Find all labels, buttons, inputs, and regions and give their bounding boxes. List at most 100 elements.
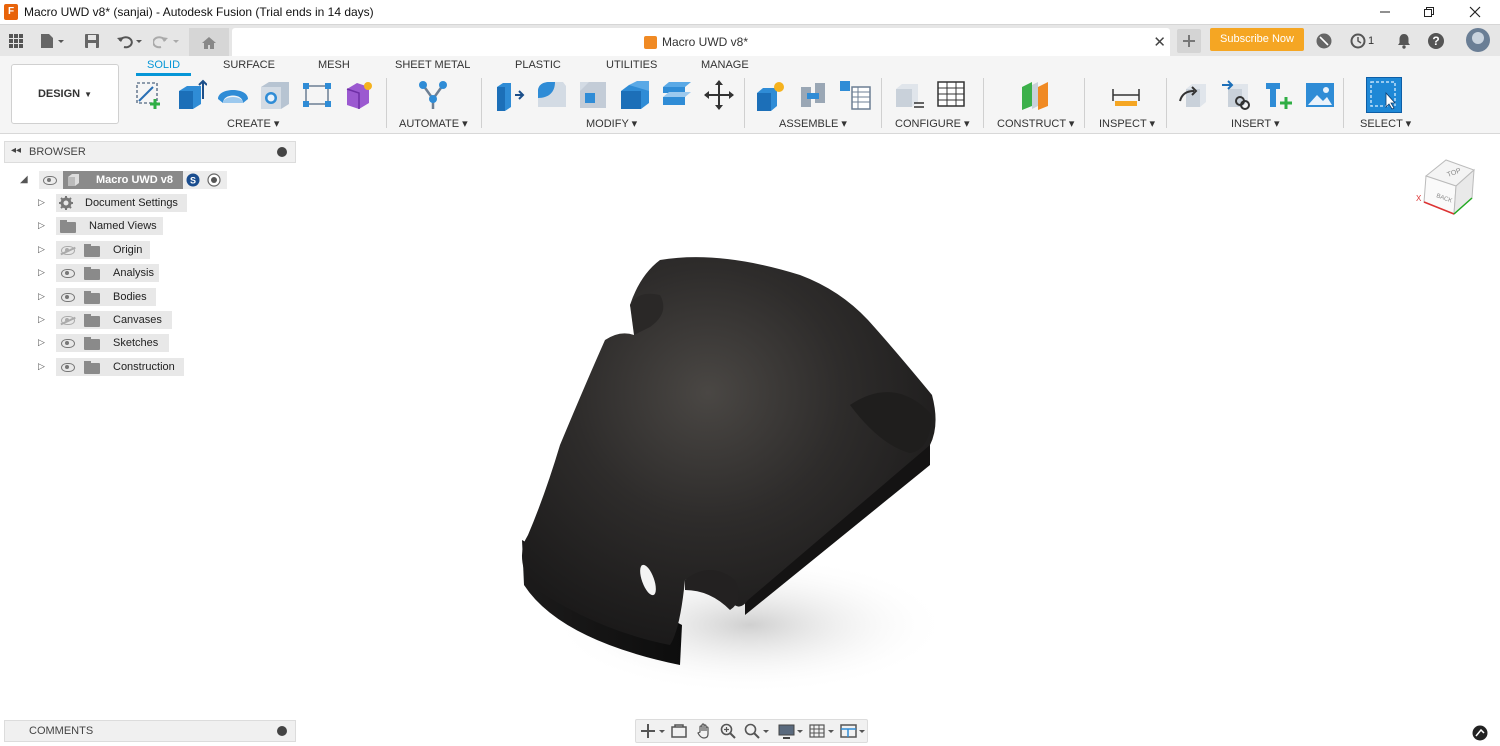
job-status-button[interactable]: 1 (1348, 31, 1376, 51)
pan-button[interactable] (696, 723, 712, 739)
data-panel-button[interactable] (7, 31, 25, 51)
visibility-eye-icon[interactable] (61, 363, 75, 372)
tab-utilities[interactable]: UTILITIES (606, 59, 657, 71)
fusion-assistant-icon[interactable] (1472, 725, 1488, 741)
help-button[interactable]: ? (1427, 31, 1445, 51)
subscribe-now-button[interactable]: Subscribe Now (1210, 28, 1304, 51)
tree-item-sketches[interactable]: ▷ Sketches (0, 333, 300, 353)
select-button[interactable] (1366, 77, 1402, 113)
close-window-button[interactable] (1452, 0, 1498, 24)
insert-group-label[interactable]: INSERT ▾ (1231, 117, 1280, 130)
shared-status-icon[interactable]: S (186, 173, 200, 187)
extrude-button[interactable] (174, 78, 208, 112)
select-group-label[interactable]: SELECT ▾ (1360, 117, 1411, 130)
tab-surface[interactable]: SURFACE (223, 59, 275, 71)
pattern-button[interactable] (300, 78, 334, 112)
press-pull-button[interactable] (492, 78, 526, 112)
collapsed-arrow-icon[interactable]: ▷ (38, 337, 45, 348)
fillet-button[interactable] (534, 78, 568, 112)
user-avatar[interactable] (1466, 28, 1490, 52)
display-settings-button[interactable] (778, 723, 806, 739)
tree-root[interactable]: ◢ Macro UWD v8 S (0, 170, 300, 190)
visibility-hidden-eye-icon[interactable] (61, 246, 75, 255)
bill-of-materials-button[interactable] (838, 78, 872, 112)
tree-item-bodies[interactable]: ▷ Bodies (0, 287, 300, 307)
modify-group-label[interactable]: MODIFY ▾ (586, 117, 637, 130)
save-button[interactable] (83, 31, 101, 51)
new-tab-button[interactable] (1177, 29, 1201, 53)
view-cube[interactable]: TOP BACK X (1412, 152, 1484, 222)
tab-mesh[interactable]: MESH (318, 59, 350, 71)
automate-group-label[interactable]: AUTOMATE ▾ (399, 117, 468, 130)
undo-button[interactable] (115, 31, 145, 51)
configure-group-label[interactable]: CONFIGURE ▾ (895, 117, 970, 130)
visibility-eye-icon[interactable] (61, 293, 75, 302)
zoom-button[interactable] (720, 723, 736, 739)
inspect-group-label[interactable]: INSPECT ▾ (1099, 117, 1155, 130)
tab-plastic[interactable]: PLASTIC (515, 59, 561, 71)
tab-solid[interactable]: SOLID (147, 59, 180, 71)
visibility-eye-icon[interactable] (43, 176, 57, 185)
orbit-button[interactable] (641, 723, 665, 739)
fit-button[interactable] (744, 723, 772, 739)
expanded-arrow-icon[interactable]: ◢ (20, 174, 28, 185)
file-menu-button[interactable] (38, 31, 68, 51)
notifications-button[interactable] (1395, 31, 1413, 51)
redo-button[interactable] (152, 31, 182, 51)
tab-manage[interactable]: MANAGE (701, 59, 749, 71)
collapsed-arrow-icon[interactable]: ▷ (38, 361, 45, 372)
hole-button[interactable] (258, 78, 292, 112)
look-at-button[interactable] (671, 723, 687, 739)
configure-button[interactable] (893, 78, 927, 112)
tree-item-named-views[interactable]: ▷ Named Views (0, 216, 300, 236)
create-group-label[interactable]: CREATE ▾ (227, 117, 279, 130)
viewports-button[interactable] (840, 723, 868, 739)
shell-button[interactable] (618, 78, 652, 112)
visibility-hidden-eye-icon[interactable] (61, 316, 75, 325)
tree-item-origin[interactable]: ▷ Origin (0, 240, 300, 260)
collapse-panel-icon[interactable]: ◂◂ (11, 145, 21, 156)
insert-derive-button[interactable] (1177, 78, 1211, 112)
new-component-button[interactable] (754, 78, 788, 112)
move-copy-button[interactable] (702, 78, 736, 112)
tree-item-construction[interactable]: ▷ Construction (0, 357, 300, 377)
browser-panel-header[interactable]: ◂◂ BROWSER (4, 141, 296, 163)
restore-button[interactable] (1406, 0, 1452, 24)
configuration-table-button[interactable] (935, 78, 969, 112)
tab-sheet-metal[interactable]: SHEET METAL (395, 59, 470, 71)
chamfer-button[interactable] (576, 78, 610, 112)
construct-group-label[interactable]: CONSTRUCT ▾ (997, 117, 1074, 130)
visibility-eye-icon[interactable] (61, 269, 75, 278)
assemble-group-label[interactable]: ASSEMBLE ▾ (779, 117, 847, 130)
add-comment-icon[interactable] (277, 726, 287, 736)
panel-options-icon[interactable] (277, 147, 287, 157)
collapsed-arrow-icon[interactable]: ▷ (38, 267, 45, 278)
model-viewport-body[interactable] (500, 245, 960, 700)
close-tab-icon[interactable]: ✕ (1153, 33, 1166, 51)
offline-status-button[interactable] (1314, 31, 1334, 51)
split-body-button[interactable] (660, 78, 694, 112)
grid-settings-button[interactable] (809, 723, 837, 739)
collapsed-arrow-icon[interactable]: ▷ (38, 197, 45, 208)
home-button[interactable] (189, 28, 229, 57)
automate-button[interactable] (416, 78, 450, 112)
measure-button[interactable] (1109, 78, 1143, 112)
create-form-button[interactable] (342, 78, 376, 112)
collapsed-arrow-icon[interactable]: ▷ (38, 244, 45, 255)
revolve-button[interactable] (216, 78, 250, 112)
comments-panel[interactable]: COMMENTS (4, 720, 296, 742)
insert-mcmaster-button[interactable] (1219, 78, 1253, 112)
tree-item-analysis[interactable]: ▷ Analysis (0, 263, 300, 283)
document-tab[interactable]: Macro UWD v8* ✕ (232, 28, 1170, 57)
insert-canvas-button[interactable] (1303, 78, 1337, 112)
insert-mesh-button[interactable] (1261, 78, 1295, 112)
collapsed-arrow-icon[interactable]: ▷ (38, 220, 45, 231)
offset-plane-button[interactable] (1018, 78, 1052, 112)
visibility-eye-icon[interactable] (61, 339, 75, 348)
minimize-button[interactable] (1362, 0, 1408, 24)
workspace-switcher[interactable]: DESIGN ▼ (11, 64, 119, 124)
joint-button[interactable] (796, 78, 830, 112)
collapsed-arrow-icon[interactable]: ▷ (38, 314, 45, 325)
tree-item-document-settings[interactable]: ▷ Document Settings (0, 193, 300, 213)
activate-radio-icon[interactable] (207, 173, 221, 187)
